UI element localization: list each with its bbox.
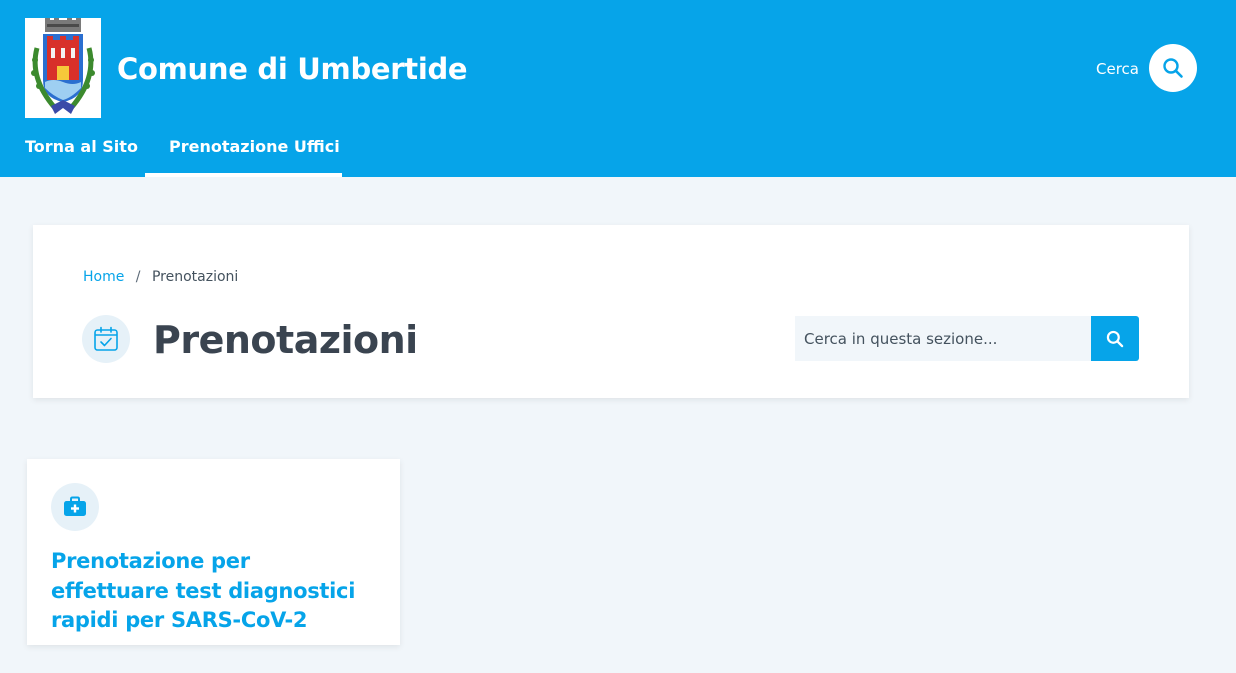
site-title[interactable]: Comune di Umbertide bbox=[117, 50, 468, 88]
coat-of-arms-logo[interactable] bbox=[25, 18, 101, 118]
site-header: Comune di Umbertide Cerca Torna al Sito … bbox=[0, 0, 1236, 177]
header-search-button[interactable] bbox=[1149, 44, 1197, 92]
card-icon-circle bbox=[51, 483, 99, 531]
search-icon bbox=[1106, 330, 1124, 347]
service-card[interactable]: Prenotazione per effettuare test diagnos… bbox=[27, 459, 400, 645]
section-search-button[interactable] bbox=[1091, 316, 1139, 361]
nav-item-torna-al-sito[interactable]: Torna al Sito bbox=[25, 137, 138, 157]
title-icon-circle bbox=[82, 315, 130, 363]
breadcrumb-separator: / bbox=[135, 269, 141, 285]
page-title: Prenotazioni bbox=[153, 318, 418, 362]
search-icon bbox=[1163, 58, 1183, 78]
active-nav-indicator bbox=[145, 173, 342, 177]
breadcrumb-home-link[interactable]: Home bbox=[83, 269, 124, 285]
breadcrumb: Home / Prenotazioni bbox=[83, 268, 238, 286]
section-search-input[interactable] bbox=[795, 316, 1091, 361]
medical-kit-icon bbox=[64, 496, 86, 516]
page-title-card: Home / Prenotazioni Prenotazioni bbox=[33, 225, 1189, 398]
breadcrumb-current: Prenotazioni bbox=[151, 269, 239, 285]
calendar-check-icon bbox=[94, 326, 118, 351]
search-label[interactable]: Cerca bbox=[1096, 59, 1139, 79]
card-title[interactable]: Prenotazione per effettuare test diagnos… bbox=[51, 547, 371, 636]
nav-item-prenotazione-uffici[interactable]: Prenotazione Uffici bbox=[169, 137, 340, 157]
